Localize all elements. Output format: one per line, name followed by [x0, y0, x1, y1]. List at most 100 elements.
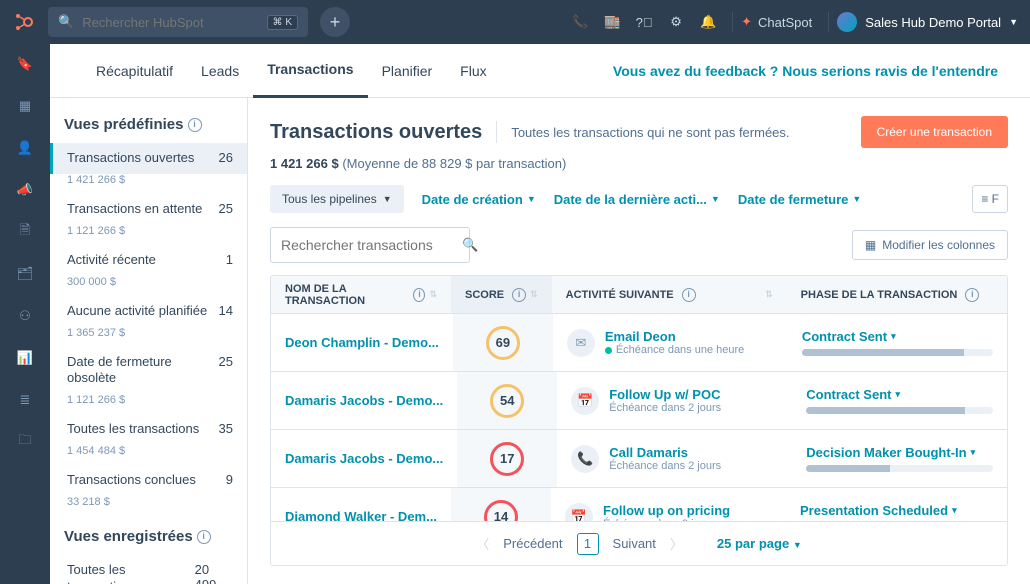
contact-icon[interactable]: 👤 — [15, 138, 35, 158]
deal-search[interactable]: 🔍 — [270, 227, 470, 263]
creation-date-filter[interactable]: Date de création▼ — [422, 192, 536, 207]
info-icon[interactable]: i — [188, 118, 202, 132]
deal-search-input[interactable] — [281, 237, 462, 253]
info-icon: i — [512, 288, 526, 302]
report-icon[interactable]: 📊 — [15, 348, 35, 368]
view-item[interactable]: Date de fermeture obsolète25 — [50, 347, 247, 395]
pipeline-filter[interactable]: Tous les pipelines▼ — [270, 185, 404, 213]
page-number[interactable]: 1 — [577, 533, 599, 555]
view-subtotal: 300 000 $ — [50, 276, 247, 296]
view-item[interactable]: Transactions conclues9 — [50, 465, 247, 496]
tab-transactions[interactable]: Transactions — [253, 44, 367, 98]
feedback-link[interactable]: Vous avez du feedback ? Nous serions rav… — [613, 63, 998, 79]
chatspot-link[interactable]: ✦ChatSpot — [741, 14, 812, 30]
search-input[interactable] — [82, 15, 258, 30]
info-icon[interactable]: i — [197, 530, 211, 544]
modify-columns-button[interactable]: ▦Modifier les colonnes — [852, 230, 1008, 260]
notifications-icon[interactable]: 🔔 — [692, 14, 724, 30]
view-item[interactable]: Toutes les transactions35 — [50, 414, 247, 445]
predefined-views-title: Vues prédéfiniesi — [50, 116, 247, 143]
table-row: Damaris Jacobs - Demo...54📅Follow Up w/ … — [271, 372, 1007, 430]
tree-icon[interactable]: ⚇ — [15, 306, 35, 326]
col-activity[interactable]: ACTIVITÉ SUIVANTEi⇅ — [552, 288, 787, 302]
next-icon[interactable]: 〉 — [670, 534, 683, 553]
tab-planifier[interactable]: Planifier — [368, 44, 447, 98]
per-page-select[interactable]: 25 par page ▼ — [717, 536, 802, 551]
topbar: 🔍 ⌘ K + 📞 🏬 ?⃝ ⚙ 🔔 ✦ChatSpot Sales Hub D… — [0, 0, 1030, 44]
tab-récapitulatif[interactable]: Récapitulatif — [82, 44, 187, 98]
tab-flux[interactable]: Flux — [446, 44, 500, 98]
activity-link[interactable]: Follow up on pricing — [603, 503, 730, 518]
search-kbd: ⌘ K — [267, 15, 298, 30]
view-item[interactable]: Toutes les transactions20 499 — [50, 555, 247, 584]
view-subtotal: 1 365 237 $ — [50, 327, 247, 347]
folder-icon[interactable]: 🗀 — [15, 432, 35, 452]
phase-select[interactable]: Decision Maker Bought-In ▾ — [806, 445, 993, 460]
prev-icon[interactable]: 〈 — [476, 534, 489, 553]
prev-button[interactable]: Précédent — [503, 536, 562, 551]
grid-icon[interactable]: ▦ — [15, 96, 35, 116]
info-icon: i — [413, 288, 425, 302]
info-icon: i — [965, 288, 979, 302]
last-activity-filter[interactable]: Date de la dernière acti...▼ — [554, 192, 720, 207]
page-title: Transactions ouvertes — [270, 121, 482, 144]
view-subtotal: 1 121 266 $ — [50, 225, 247, 245]
totals: 1 421 266 $ (Moyenne de 88 829 $ par tra… — [270, 156, 1008, 171]
close-date-filter[interactable]: Date de fermeture▼ — [738, 192, 861, 207]
view-item[interactable]: Transactions ouvertes26 — [50, 143, 247, 174]
search-icon: 🔍 — [58, 14, 74, 30]
bookmark-icon[interactable]: 🔖 — [15, 54, 35, 74]
create-button[interactable]: + — [320, 7, 350, 37]
table-row: Damaris Jacobs - Demo...17📞Call DamarisÉ… — [271, 430, 1007, 488]
view-subtotal: 1 454 484 $ — [50, 445, 247, 465]
wallet-icon[interactable]: 🗂 — [15, 264, 35, 284]
table-row: Diamond Walker - Dem... 14 📅 Follow up on p… — [271, 488, 1007, 521]
avatar — [837, 12, 857, 32]
score-ring: 69 — [486, 326, 520, 360]
campaign-icon[interactable]: 📣 — [15, 180, 35, 200]
cal-icon: 📅 — [565, 503, 593, 522]
mail-icon: ✉ — [567, 329, 595, 357]
table-row: Deon Champlin - Demo... 69 ✉ Email DeonÉché… — [271, 314, 1007, 372]
activity-due: Échéance dans une heure — [605, 344, 744, 356]
score-ring: 54 — [490, 384, 524, 418]
document-icon[interactable]: 🗎 — [15, 222, 35, 242]
phase-select[interactable]: Presentation Scheduled ▾ — [800, 503, 993, 518]
help-icon[interactable]: ?⃝ — [628, 15, 660, 30]
deals-table: NOM DE LA TRANSACTIONi⇅ SCOREi⇅ ACTIVITÉ… — [270, 275, 1008, 566]
portal-switcher[interactable]: Sales Hub Demo Portal▼ — [837, 12, 1018, 32]
phase-select[interactable]: Contract Sent ▾ — [802, 329, 993, 344]
col-score[interactable]: SCOREi⇅ — [451, 276, 552, 313]
tab-leads[interactable]: Leads — [187, 44, 253, 98]
deal-link[interactable]: Deon Champlin - Demo... — [285, 335, 439, 350]
create-deal-button[interactable]: Créer une transaction — [861, 116, 1008, 148]
score-ring: 14 — [484, 500, 518, 522]
phone-icon[interactable]: 📞 — [564, 14, 596, 30]
col-name[interactable]: NOM DE LA TRANSACTIONi⇅ — [271, 283, 451, 307]
view-item[interactable]: Aucune activité planifiée14 — [50, 296, 247, 327]
pager: 〈 Précédent 1 Suivant 〉 25 par page ▼ — [271, 521, 1007, 565]
deal-link[interactable]: Diamond Walker - Dem... — [285, 509, 437, 521]
hubspot-logo[interactable] — [12, 10, 36, 34]
view-subtotal: 33 218 $ — [50, 496, 247, 516]
marketplace-icon[interactable]: 🏬 — [596, 14, 628, 30]
left-rail: 🔖 ▦ 👤 📣 🗎 🗂 ⚇ 📊 ≣ 🗀 — [0, 44, 50, 584]
info-icon: i — [682, 288, 696, 302]
phase-select[interactable]: Contract Sent ▾ — [806, 387, 993, 402]
deal-link[interactable]: Damaris Jacobs - Demo... — [285, 393, 443, 408]
data-icon[interactable]: ≣ — [15, 390, 35, 410]
deal-link[interactable]: Damaris Jacobs - Demo... — [285, 451, 443, 466]
next-button[interactable]: Suivant — [613, 536, 656, 551]
activity-link[interactable]: Follow Up w/ POC — [609, 387, 721, 402]
activity-link[interactable]: Call Damaris — [609, 445, 721, 460]
col-phase[interactable]: PHASE DE LA TRANSACTIONi — [787, 288, 1007, 302]
filter-settings-button[interactable]: ≡ F — [972, 185, 1008, 213]
activity-link[interactable]: Email Deon — [605, 329, 744, 344]
global-search[interactable]: 🔍 ⌘ K — [48, 7, 308, 37]
view-item[interactable]: Transactions en attente25 — [50, 194, 247, 225]
settings-icon[interactable]: ⚙ — [660, 14, 692, 30]
activity-due: Échéance dans 2 jours — [609, 460, 721, 472]
search-icon: 🔍 — [462, 237, 478, 253]
view-item[interactable]: Activité récente1 — [50, 245, 247, 276]
score-ring: 17 — [490, 442, 524, 476]
